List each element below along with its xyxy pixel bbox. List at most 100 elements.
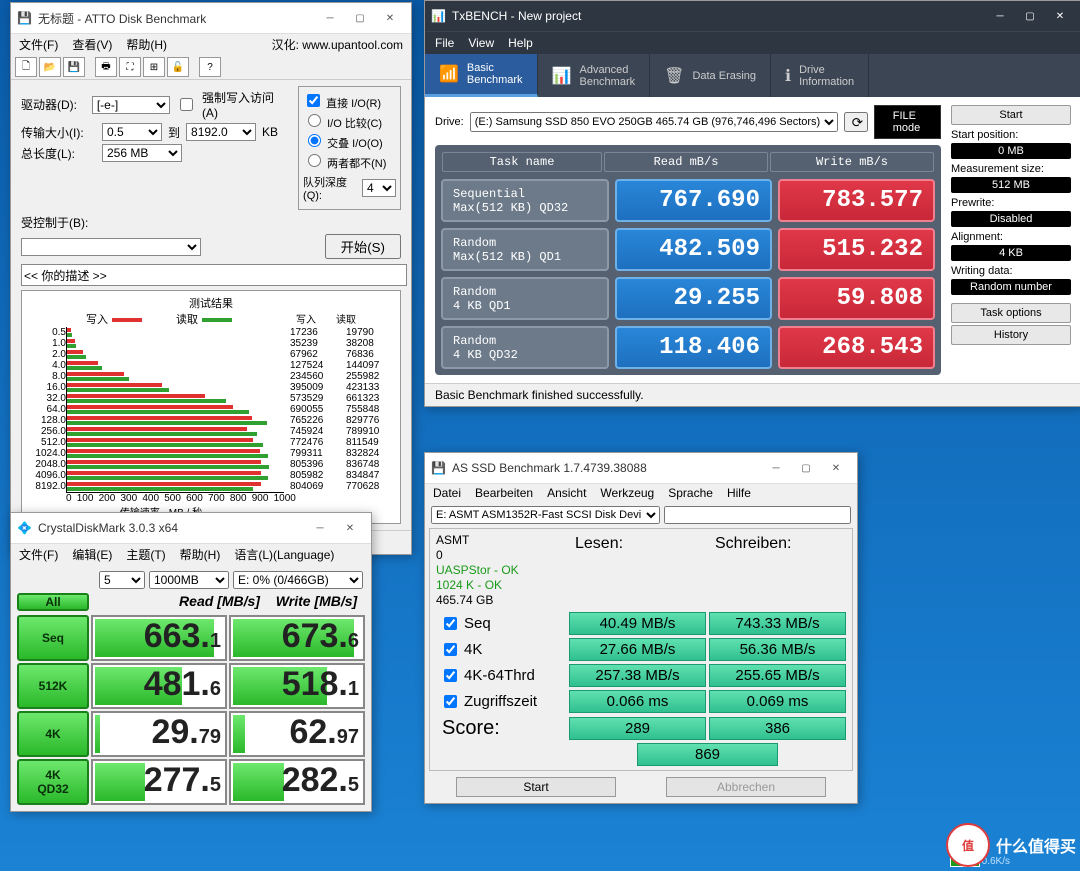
atto-menubar[interactable]: 文件(F) 查看(V) 帮助(H) 汉化: www.upantool.com bbox=[11, 34, 411, 55]
test-button[interactable]: 4K QD32 bbox=[17, 759, 89, 805]
drive-select[interactable]: E: ASMT ASM1352R-Fast SCSI Disk Devi bbox=[431, 506, 660, 524]
overlap-io-radio[interactable] bbox=[308, 134, 321, 147]
tab-basic-benchmark[interactable]: 📶 BasicBenchmark bbox=[425, 54, 538, 97]
menu-hilfe[interactable]: Hilfe bbox=[727, 486, 751, 500]
refresh-button[interactable]: ⟳ bbox=[844, 112, 868, 132]
start-button[interactable]: Start bbox=[456, 777, 616, 797]
drive-label: 驱动器(D): bbox=[21, 96, 86, 113]
filter-input[interactable] bbox=[664, 506, 851, 524]
drive-select[interactable]: E: 0% (0/466GB) bbox=[233, 571, 363, 589]
tab-drive-info[interactable]: ℹ DriveInformation bbox=[771, 54, 869, 97]
drive-select[interactable]: [-e-] bbox=[92, 96, 170, 114]
menu-file[interactable]: 文件(F) bbox=[19, 36, 58, 53]
menu-ansicht[interactable]: Ansicht bbox=[547, 486, 586, 500]
minimize-icon[interactable]: ─ bbox=[761, 458, 791, 478]
close-icon[interactable]: ✕ bbox=[821, 458, 851, 478]
align-val[interactable]: 4 KB bbox=[951, 245, 1071, 261]
zhi-icon: 值 bbox=[946, 823, 990, 867]
write-value: 56.36 MB/s bbox=[709, 638, 846, 661]
close-icon[interactable]: ✕ bbox=[335, 518, 365, 538]
menu-help[interactable]: 帮助(H) bbox=[126, 36, 167, 53]
maximize-icon[interactable]: ▢ bbox=[791, 458, 821, 478]
tool-open-icon[interactable]: 📂 bbox=[39, 57, 61, 77]
test-button[interactable]: Seq bbox=[17, 615, 89, 661]
size-select[interactable]: 1000MB bbox=[149, 571, 229, 589]
close-icon[interactable]: ✕ bbox=[1045, 6, 1075, 26]
direct-io-check[interactable] bbox=[307, 94, 320, 107]
close-icon[interactable]: ✕ bbox=[375, 8, 405, 28]
history-button[interactable]: History bbox=[951, 325, 1071, 345]
maximize-icon[interactable]: ▢ bbox=[1015, 6, 1045, 26]
start-button[interactable]: Start bbox=[951, 105, 1071, 125]
controlled-select[interactable] bbox=[21, 238, 201, 256]
menu-bearbeiten[interactable]: Bearbeiten bbox=[475, 486, 533, 500]
tab-data-erasing[interactable]: 🗑 Data Erasing bbox=[650, 54, 771, 97]
tool-save-icon[interactable]: 💾 bbox=[63, 57, 85, 77]
menu-werkzeug[interactable]: Werkzeug bbox=[600, 486, 654, 500]
size-from-select[interactable]: 0.5 bbox=[102, 123, 162, 141]
abort-button[interactable]: Abbrechen bbox=[666, 777, 826, 797]
length-select[interactable]: 256 MB bbox=[102, 144, 182, 162]
maximize-icon[interactable]: ▢ bbox=[345, 8, 375, 28]
force-write-check[interactable] bbox=[180, 98, 193, 111]
menu-help[interactable]: Help bbox=[508, 36, 533, 50]
test-check[interactable]: Seq bbox=[436, 612, 566, 635]
start-button[interactable]: 开始(S) bbox=[325, 234, 401, 259]
length-label: 总长度(L): bbox=[21, 145, 96, 162]
desc-input[interactable] bbox=[21, 264, 407, 286]
menu-help[interactable]: 帮助(H) bbox=[180, 546, 221, 563]
writedata-val[interactable]: Random number bbox=[951, 279, 1071, 295]
menu-edit[interactable]: 编辑(E) bbox=[72, 546, 112, 563]
menu-view[interactable]: View bbox=[468, 36, 494, 50]
size-unit: KB bbox=[262, 125, 278, 139]
txb-menubar[interactable]: File View Help bbox=[425, 31, 1080, 54]
queue-select[interactable]: 4 bbox=[362, 179, 396, 197]
menu-sprache[interactable]: Sprache bbox=[668, 486, 713, 500]
menu-file[interactable]: File bbox=[435, 36, 454, 50]
assd-titlebar[interactable]: 💾 AS SSD Benchmark 1.7.4739.38088 ─ ▢ ✕ bbox=[425, 453, 857, 484]
file-mode-button[interactable]: FILE mode bbox=[874, 105, 941, 139]
tool-lock-icon[interactable]: ⊞ bbox=[143, 57, 165, 77]
menu-view[interactable]: 查看(V) bbox=[72, 36, 112, 53]
task-options-button[interactable]: Task options bbox=[951, 303, 1071, 323]
menu-theme[interactable]: 主题(T) bbox=[126, 546, 165, 563]
size-label: 传输大小(I): bbox=[21, 124, 96, 141]
atto-titlebar[interactable]: 💾 无标题 - ATTO Disk Benchmark ─ ▢ ✕ bbox=[11, 3, 411, 34]
assd-menubar[interactable]: Datei Bearbeiten Ansicht Werkzeug Sprach… bbox=[425, 484, 857, 502]
read-value: 40.49 MB/s bbox=[569, 612, 706, 635]
all-button[interactable]: All bbox=[17, 593, 89, 611]
minimize-icon[interactable]: ─ bbox=[315, 8, 345, 28]
test-check[interactable]: 4K-64Thrd bbox=[436, 664, 566, 687]
minimize-icon[interactable]: ─ bbox=[305, 518, 335, 538]
drive-info: ASMT 0 UASPStor - OK 1024 K - OK 465.74 … bbox=[436, 533, 566, 608]
read-value: 27.66 MB/s bbox=[569, 638, 706, 661]
menu-extra: 汉化: www.upantool.com bbox=[272, 36, 403, 53]
cdm-titlebar[interactable]: 💠 CrystalDiskMark 3.0.3 x64 ─ ✕ bbox=[11, 513, 371, 544]
write-value: 0.069 ms bbox=[709, 690, 846, 713]
tool-new-icon[interactable]: 🗋 bbox=[15, 57, 37, 77]
menu-lang[interactable]: 语言(L)(Language) bbox=[234, 546, 334, 563]
size-to-select[interactable]: 8192.0 bbox=[186, 123, 256, 141]
test-check[interactable]: Zugriffszeit bbox=[436, 690, 566, 713]
io-compare-radio[interactable] bbox=[308, 114, 321, 127]
runs-select[interactable]: 5 bbox=[99, 571, 145, 589]
tab-advanced-benchmark[interactable]: 📊 AdvancedBenchmark bbox=[538, 54, 651, 97]
test-button[interactable]: 4K bbox=[17, 711, 89, 757]
menu-file[interactable]: 文件(F) bbox=[19, 546, 58, 563]
tool-settings-icon[interactable]: ⛶ bbox=[119, 57, 141, 77]
neither-radio[interactable] bbox=[308, 154, 321, 167]
tool-help-icon[interactable]: ? bbox=[199, 57, 221, 77]
tool-print-icon[interactable]: 🖶 bbox=[95, 57, 117, 77]
minimize-icon[interactable]: ─ bbox=[985, 6, 1015, 26]
txb-titlebar[interactable]: 📊 TxBENCH - New project ─ ▢ ✕ bbox=[425, 1, 1080, 31]
drive-select[interactable]: (E:) Samsung SSD 850 EVO 250GB 465.74 GB… bbox=[470, 112, 838, 132]
test-check[interactable]: 4K bbox=[436, 638, 566, 661]
tool-find-icon[interactable]: 🔓 bbox=[167, 57, 189, 77]
size-to-label: 到 bbox=[168, 124, 180, 141]
startpos-val[interactable]: 0 MB bbox=[951, 143, 1071, 159]
meas-val[interactable]: 512 MB bbox=[951, 177, 1071, 193]
prewrite-val[interactable]: Disabled bbox=[951, 211, 1071, 227]
menu-datei[interactable]: Datei bbox=[433, 486, 461, 500]
cdm-menubar[interactable]: 文件(F) 编辑(E) 主题(T) 帮助(H) 语言(L)(Language) bbox=[11, 544, 371, 565]
test-button[interactable]: 512K bbox=[17, 663, 89, 709]
